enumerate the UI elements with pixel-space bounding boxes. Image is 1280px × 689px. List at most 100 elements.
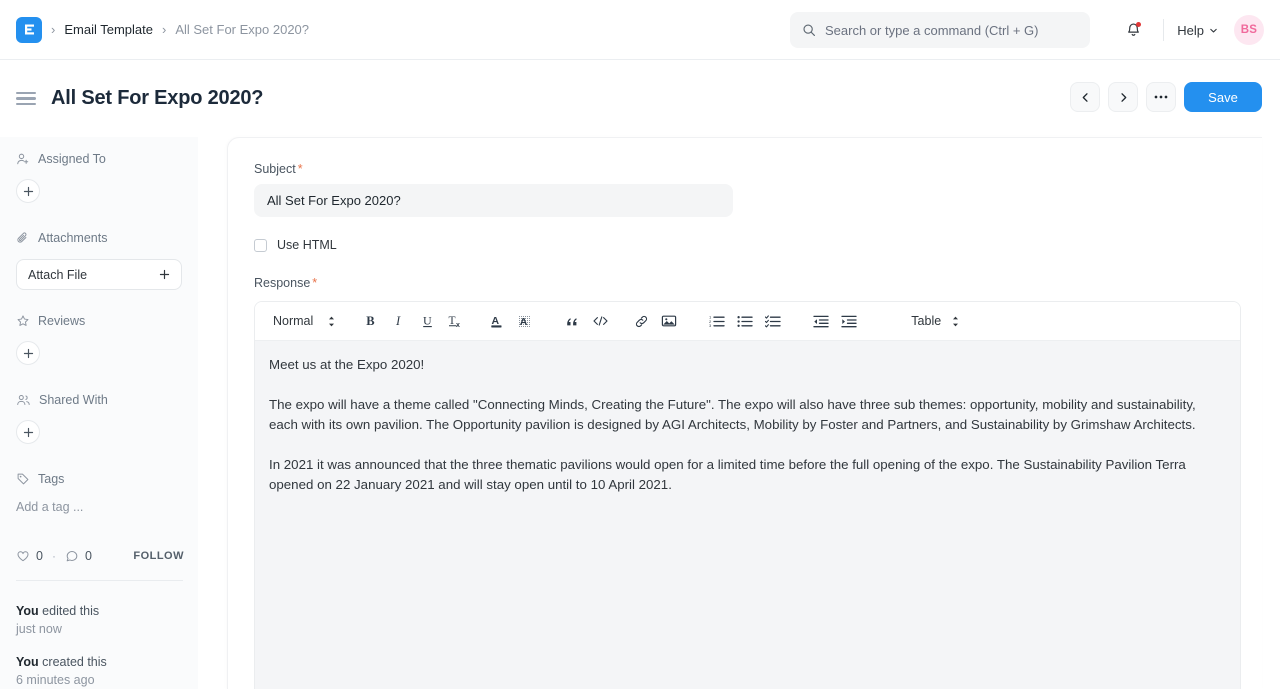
activity-time: 6 minutes ago [16, 671, 192, 689]
attach-file-button[interactable]: Attach File [16, 259, 182, 290]
underline-button[interactable]: U [413, 307, 441, 335]
more-actions-button[interactable] [1146, 82, 1176, 112]
link-icon [634, 314, 649, 329]
bold-icon: B [365, 314, 378, 328]
background-color-icon: A [517, 314, 532, 329]
editor-toolbar: Normal B I [255, 302, 1240, 341]
svg-text:I: I [395, 314, 401, 328]
editor-paragraph: Meet us at the Expo 2020! [269, 355, 1226, 375]
add-assignee-button[interactable] [16, 179, 40, 203]
code-block-button[interactable] [586, 307, 614, 335]
stats-separator: · [52, 549, 56, 563]
like-count: 0 [36, 549, 43, 563]
like-counter[interactable]: 0 [16, 549, 43, 563]
use-html-checkbox-row[interactable]: Use HTML [254, 238, 1236, 252]
follow-button[interactable]: FOLLOW [133, 550, 184, 562]
star-icon [16, 314, 30, 328]
activity-time: just now [16, 620, 192, 638]
required-asterisk: * [298, 162, 303, 176]
document-stats-row: 0 · 0 FOLLOW [16, 549, 184, 563]
check-list-icon [765, 314, 781, 328]
italic-icon: I [393, 314, 406, 328]
breadcrumb-separator: › [162, 23, 166, 36]
sidebar-section-header: Reviews [16, 310, 198, 332]
breadcrumb-item-current[interactable]: All Set For Expo 2020? [175, 22, 309, 37]
global-search-box[interactable]: Search or type a command (Ctrl + G) [790, 12, 1090, 48]
table-menu-select[interactable]: Table [903, 308, 968, 335]
navbar-left: › Email Template › All Set For Expo 2020… [0, 17, 309, 43]
plus-icon [23, 186, 34, 197]
top-navbar: › Email Template › All Set For Expo 2020… [0, 0, 1280, 60]
sidebar-gap [16, 365, 198, 389]
paragraph-style-select[interactable]: Normal [261, 308, 344, 335]
sidebar-section-shared-with: Shared With [16, 389, 198, 444]
notifications-button[interactable] [1116, 13, 1150, 47]
blockquote-button[interactable] [558, 307, 586, 335]
next-document-button[interactable] [1108, 82, 1138, 112]
link-button[interactable] [627, 307, 655, 335]
quote-icon [565, 314, 580, 328]
help-menu-button[interactable]: Help [1177, 23, 1218, 38]
add-shared-user-button[interactable] [16, 420, 40, 444]
sidebar-toggle-button[interactable] [16, 92, 36, 105]
font-color-button[interactable]: A [482, 307, 510, 335]
app-logo[interactable] [16, 17, 42, 43]
breadcrumb-item-email-template[interactable]: Email Template [64, 22, 153, 37]
main-content-card: Subject* All Set For Expo 2020? Use HTML… [227, 137, 1262, 689]
clear-format-icon: T x [448, 314, 463, 329]
add-tag-input[interactable]: Add a tag ... [16, 500, 198, 514]
sidebar-section-header: Tags [16, 468, 198, 490]
sidebar-section-header: Attachments [16, 227, 198, 249]
code-icon [592, 314, 609, 328]
use-html-checkbox[interactable] [254, 239, 267, 252]
page-header-actions: Save [1070, 82, 1262, 112]
bold-button[interactable]: B [357, 307, 385, 335]
activity-actor: You [16, 655, 39, 669]
clear-format-button[interactable]: T x [441, 307, 469, 335]
sidebar-section-label: Reviews [38, 315, 85, 328]
paperclip-icon [16, 231, 30, 245]
activity-actor: You [16, 604, 39, 618]
sidebar-gap [16, 444, 198, 468]
app-window: › Email Template › All Set For Expo 2020… [0, 0, 1280, 689]
indent-icon [841, 315, 857, 328]
required-asterisk: * [312, 276, 317, 290]
editor-content-area[interactable]: Meet us at the Expo 2020! The expo will … [255, 341, 1240, 689]
comment-counter[interactable]: 0 [65, 549, 92, 563]
svg-text:3: 3 [709, 323, 712, 328]
ellipsis-icon [1154, 95, 1168, 99]
indent-button[interactable] [835, 307, 863, 335]
chevron-down-icon [1209, 26, 1218, 35]
heart-icon [16, 549, 30, 563]
comment-icon [65, 549, 79, 563]
search-icon [802, 23, 816, 37]
underline-icon: U [421, 314, 434, 329]
use-html-label: Use HTML [277, 238, 337, 252]
sidebar-divider [16, 580, 183, 581]
user-avatar[interactable]: BS [1234, 15, 1264, 45]
sidebar-section-label: Assigned To [38, 153, 106, 166]
rich-text-editor: Normal B I [254, 301, 1241, 689]
svg-text:A: A [520, 316, 528, 328]
bullet-list-icon [737, 314, 753, 328]
prev-document-button[interactable] [1070, 82, 1100, 112]
image-button[interactable] [655, 307, 683, 335]
activity-log: You edited this just now You created thi… [16, 602, 192, 689]
outdent-button[interactable] [807, 307, 835, 335]
users-icon [16, 393, 31, 407]
ordered-list-button[interactable]: 1 2 3 [703, 307, 731, 335]
save-button[interactable]: Save [1184, 82, 1262, 112]
subject-input[interactable]: All Set For Expo 2020? [254, 184, 733, 217]
bullet-list-button[interactable] [731, 307, 759, 335]
italic-button[interactable]: I [385, 307, 413, 335]
background-color-button[interactable]: A [510, 307, 538, 335]
sidebar-section-header: Shared With [16, 389, 198, 411]
check-list-button[interactable] [759, 307, 787, 335]
outdent-icon [813, 315, 829, 328]
svg-text:B: B [366, 314, 374, 328]
add-review-button[interactable] [16, 341, 40, 365]
table-menu-value: Table [911, 314, 941, 328]
attach-file-label: Attach File [28, 268, 87, 282]
navbar-divider [1163, 19, 1164, 41]
sidebar-section-header: Assigned To [16, 148, 198, 170]
